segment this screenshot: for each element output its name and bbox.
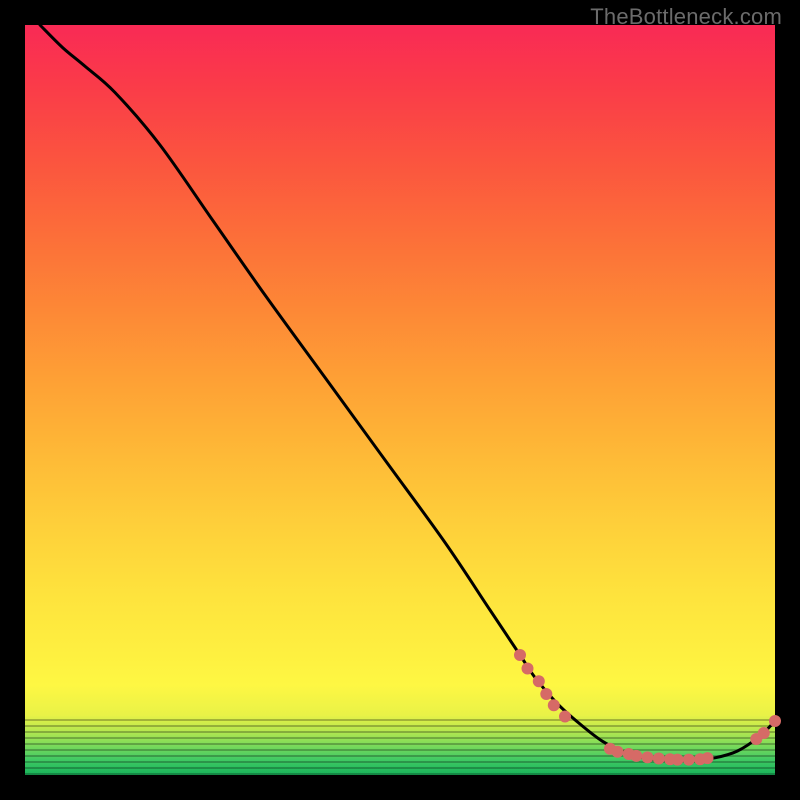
curve-marker <box>522 663 534 675</box>
chart-frame: TheBottleneck.com <box>0 0 800 800</box>
curve-marker <box>653 753 665 765</box>
curve-marker <box>514 649 526 661</box>
curve-marker <box>630 750 642 762</box>
bottleneck-curve <box>40 25 775 760</box>
curve-marker <box>769 715 781 727</box>
curve-marker <box>672 754 684 766</box>
curve-svg <box>25 25 775 775</box>
curve-marker <box>540 688 552 700</box>
curve-marker <box>612 746 624 758</box>
curve-marker <box>533 675 545 687</box>
curve-marker <box>642 751 654 763</box>
curve-marker <box>758 727 770 739</box>
curve-marker <box>702 752 714 764</box>
curve-marker <box>548 699 560 711</box>
plot-area <box>25 25 775 775</box>
curve-marker <box>683 754 695 766</box>
curve-marker <box>559 711 571 723</box>
